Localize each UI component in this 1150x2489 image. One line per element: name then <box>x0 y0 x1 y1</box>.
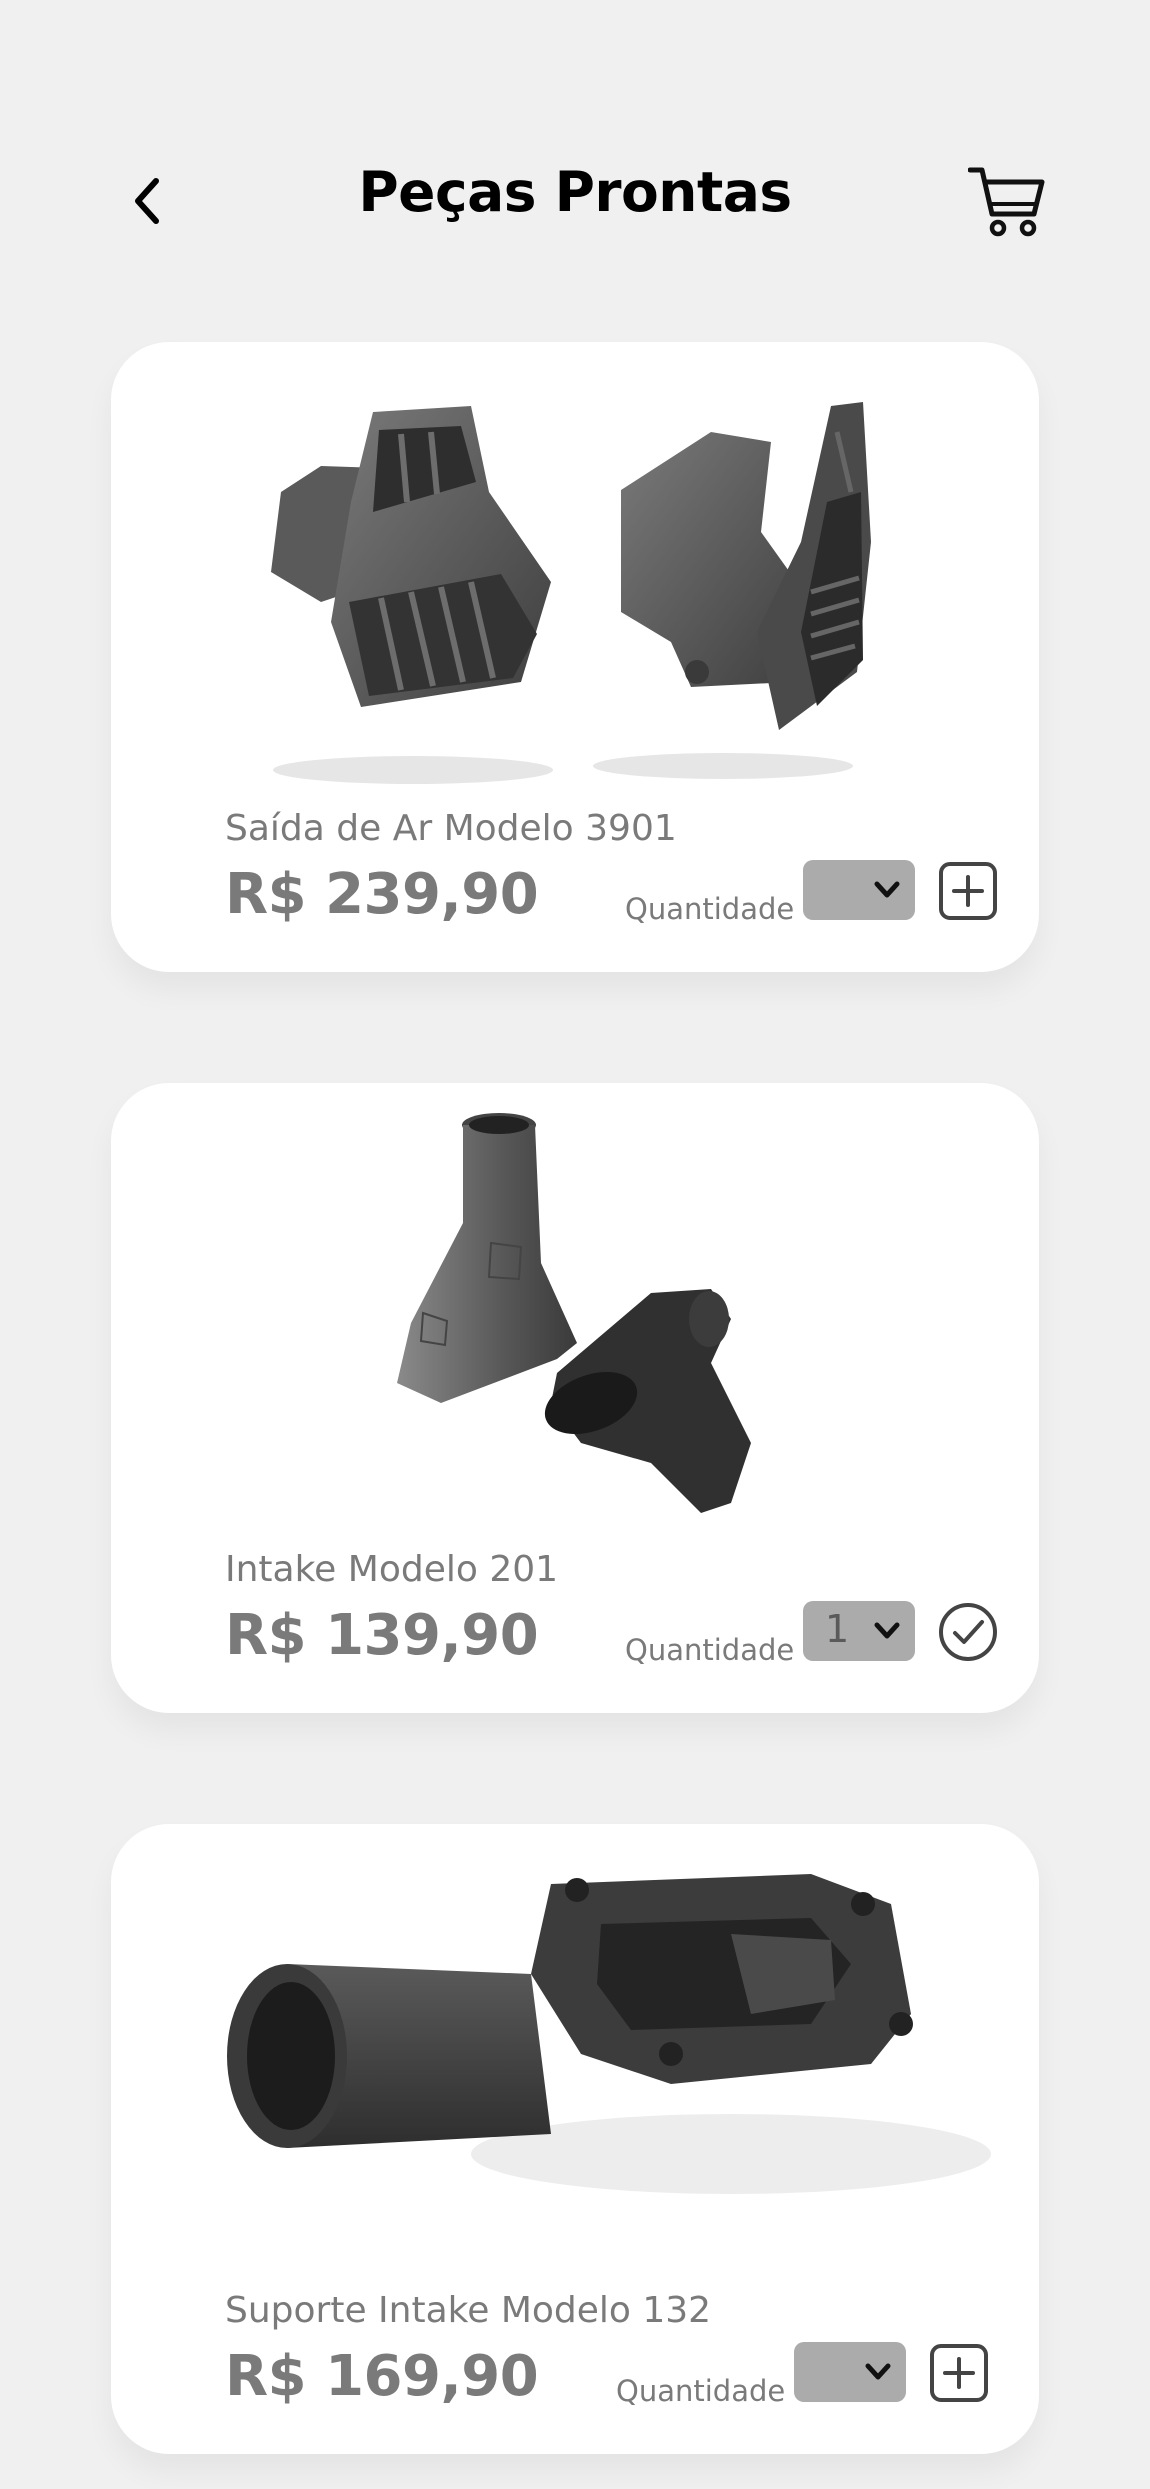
product-name: Intake Modelo 201 <box>225 1549 559 1590</box>
product-price: R$ 169,90 <box>225 2344 539 2409</box>
quantity-select[interactable] <box>803 860 915 920</box>
cart-icon <box>967 167 1045 237</box>
check-circle-icon <box>939 1603 997 1661</box>
quantity-label: Quantidade <box>616 2374 786 2408</box>
plus-square-icon <box>930 2344 988 2402</box>
product-name: Saída de Ar Modelo 3901 <box>225 808 677 849</box>
product-price: R$ 139,90 <box>225 1603 539 1668</box>
product-image <box>111 1083 1039 1543</box>
quantity-label: Quantidade <box>625 892 795 926</box>
product-card[interactable]: Intake Modelo 201 R$ 139,90 Quantidade 1 <box>111 1083 1039 1713</box>
add-to-cart-button[interactable] <box>928 2342 990 2404</box>
cart-button[interactable] <box>967 162 1046 240</box>
chevron-down-icon <box>874 1622 900 1639</box>
products-page: Peças Prontas Saída de Ar Modelo 3901 R$… <box>0 0 1150 2489</box>
quantity-value: 1 <box>825 1607 850 1651</box>
chevron-down-icon <box>874 881 900 898</box>
chevron-down-icon <box>865 2363 891 2380</box>
product-image <box>111 342 1039 802</box>
added-to-cart-button[interactable] <box>937 1601 999 1663</box>
add-to-cart-button[interactable] <box>937 860 999 922</box>
product-card[interactable]: Suporte Intake Modelo 132 R$ 169,90 Quan… <box>111 1824 1039 2454</box>
product-price: R$ 239,90 <box>225 862 539 927</box>
quantity-label: Quantidade <box>625 1633 795 1667</box>
product-image <box>111 1824 1039 2284</box>
product-card[interactable]: Saída de Ar Modelo 3901 R$ 239,90 Quanti… <box>111 342 1039 972</box>
plus-square-icon <box>939 862 997 920</box>
quantity-select[interactable]: 1 <box>803 1601 915 1661</box>
product-name: Suporte Intake Modelo 132 <box>225 2290 712 2331</box>
quantity-select[interactable] <box>794 2342 906 2402</box>
